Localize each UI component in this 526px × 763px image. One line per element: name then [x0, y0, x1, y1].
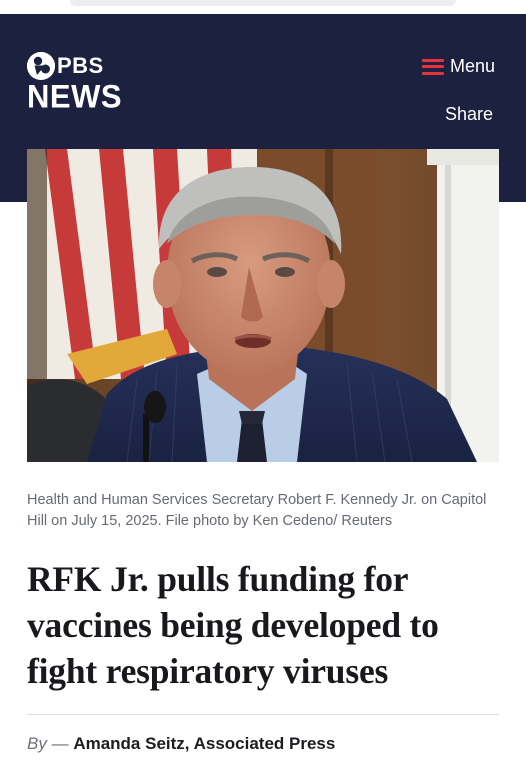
menu-button[interactable]: Menu [421, 56, 495, 77]
pbs-news-logo[interactable]: PBS NEWS [27, 52, 122, 113]
article-photo-illustration [27, 149, 499, 462]
share-button[interactable]: Share [445, 104, 493, 125]
article-photo [27, 149, 499, 462]
logo-pbs-text: PBS [57, 53, 104, 78]
browser-top-strip [0, 0, 526, 14]
pbs-logo-icon [27, 52, 55, 80]
headline-divider [27, 714, 499, 715]
byline-prefix: By [27, 734, 47, 753]
byline-dash: — [51, 734, 69, 753]
address-bar-edge [70, 0, 456, 6]
article-headline: RFK Jr. pulls funding for vaccines being… [27, 559, 439, 691]
article-byline: By — Amanda Seitz, Associated Press [27, 734, 335, 754]
menu-label: Menu [449, 56, 495, 76]
byline-author-link[interactable]: Amanda Seitz, Associated Press [73, 734, 335, 753]
hamburger-menu-icon [421, 58, 444, 76]
photo-caption: Health and Human Services Secretary Robe… [27, 492, 487, 529]
logo-news-text: NEWS [27, 78, 122, 115]
